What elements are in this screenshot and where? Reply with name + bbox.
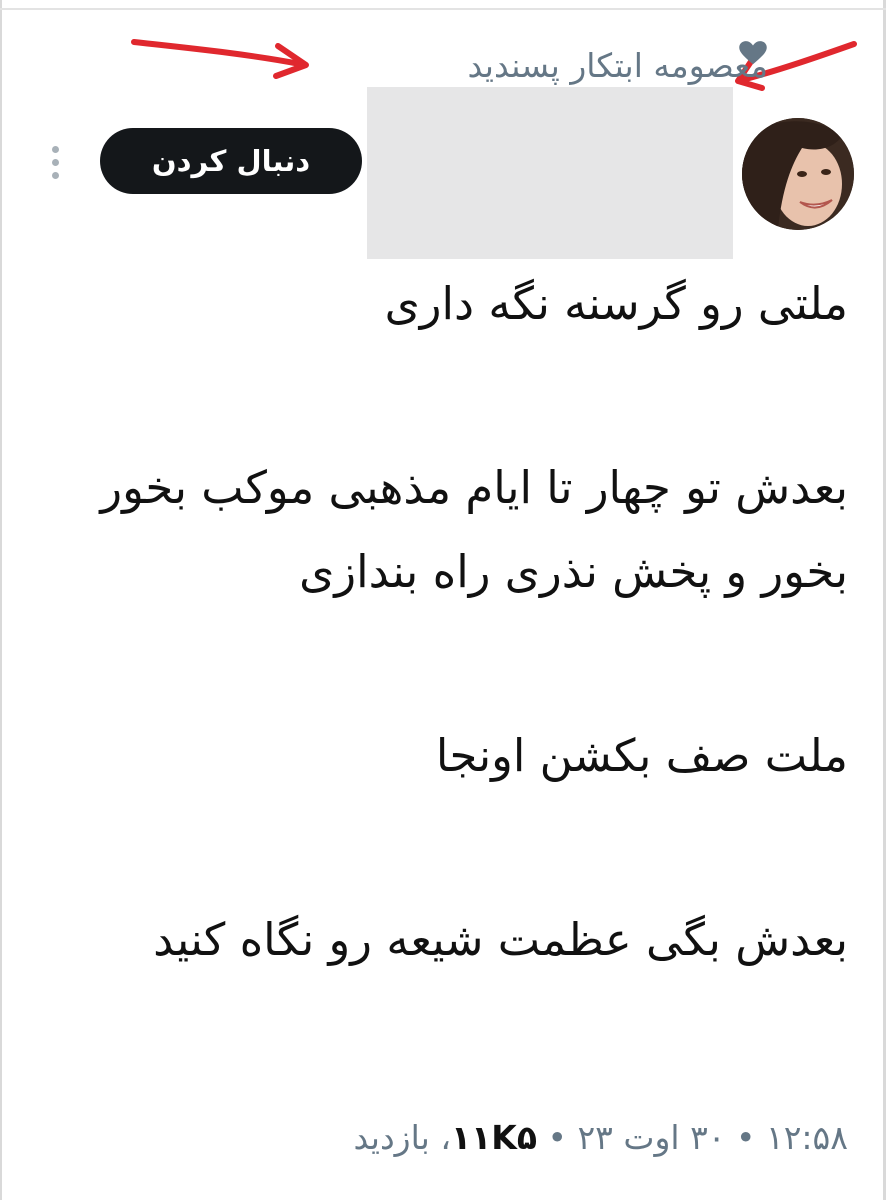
more-vertical-icon[interactable]: [49, 146, 61, 184]
more-dot: [51, 146, 59, 153]
screenshot-frame-left: [0, 0, 2, 1200]
tweet-timestamp[interactable]: ۱۲:۵۸ • ۳۰ اوت ۲۳ •: [547, 1118, 848, 1157]
more-dot: [51, 172, 59, 179]
avatar-photo: [742, 118, 854, 230]
tweet-paragraph: بعدش تو چهار تا ایام مذهبی موکب بخور بخو…: [100, 461, 848, 598]
views-label: ، بازدید: [353, 1118, 451, 1157]
tweet-paragraph: ملتی رو گرسنه نگه داری: [384, 277, 848, 330]
more-dot: [51, 159, 59, 166]
annotation-arrow-left: [131, 39, 309, 79]
heart-icon: [739, 41, 767, 65]
redacted-username: [367, 87, 733, 259]
screenshot-frame-top: [0, 8, 886, 10]
views-count: ۱۱K۵: [450, 1118, 537, 1157]
liked-by-text[interactable]: معصومه ابتکار پسندید: [467, 42, 768, 90]
tweet-paragraph: بعدش بگی عظمت شیعه رو نگاه کنید: [153, 913, 848, 966]
tweet-paragraph: ملت صف بکشن اونجا: [435, 729, 848, 782]
follow-button[interactable]: دنبال کردن: [100, 128, 362, 194]
tweet-meta: ۱۲:۵۸ • ۳۰ اوت ۲۳ • ۱۱K۵، بازدید: [353, 1112, 848, 1164]
user-avatar[interactable]: [742, 118, 854, 230]
tweet-text: ملتی رو گرسنه نگه داری بعدش تو چهار تا ا…: [28, 262, 848, 982]
